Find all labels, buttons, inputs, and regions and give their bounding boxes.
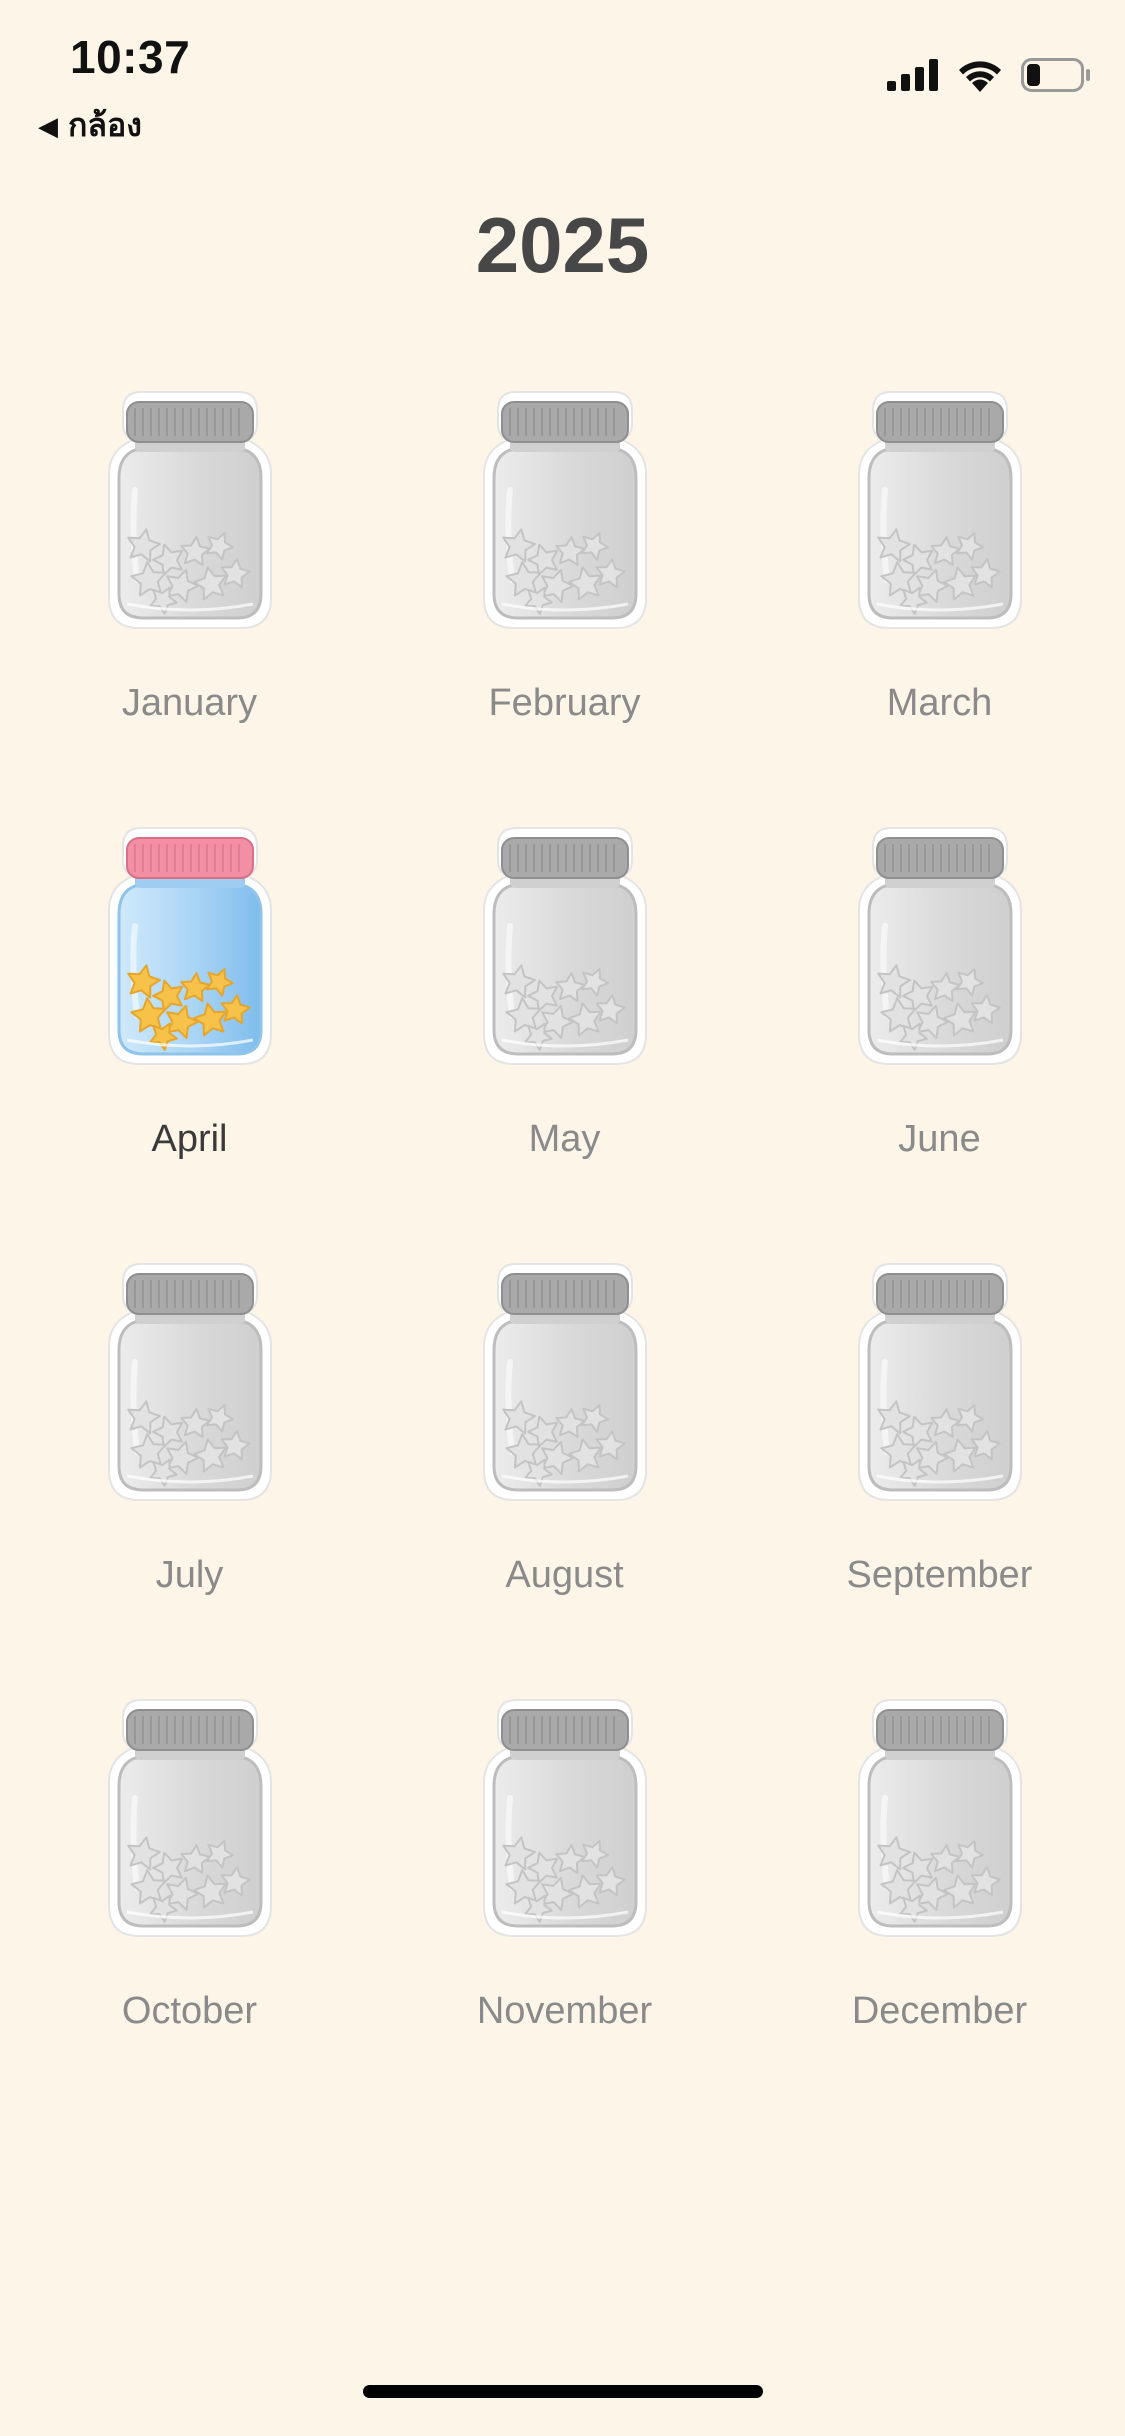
star-jar-icon bbox=[857, 391, 1022, 629]
month-july[interactable]: July bbox=[2, 1262, 377, 1698]
month-label: September bbox=[846, 1554, 1033, 1596]
month-label: August bbox=[505, 1554, 624, 1596]
battery-icon bbox=[1021, 58, 1090, 92]
month-february[interactable]: February bbox=[377, 390, 752, 826]
cellular-signal-icon bbox=[887, 59, 938, 91]
star-jar-icon bbox=[857, 827, 1022, 1065]
year-title: 2025 bbox=[475, 201, 650, 289]
status-time: 10:37 bbox=[70, 31, 191, 83]
month-december[interactable]: December bbox=[752, 1698, 1125, 2134]
month-may[interactable]: May bbox=[377, 826, 752, 1262]
month-august[interactable]: August bbox=[377, 1262, 752, 1698]
back-label: กล้อง bbox=[68, 106, 142, 144]
month-label: March bbox=[886, 682, 993, 724]
month-april[interactable]: April bbox=[2, 826, 377, 1262]
month-label: April bbox=[151, 1118, 228, 1160]
star-jar-icon bbox=[482, 1263, 647, 1501]
star-jar-icon bbox=[107, 1699, 272, 1937]
star-jar-icon bbox=[107, 1263, 272, 1501]
wifi-icon bbox=[959, 61, 1001, 92]
status-icons bbox=[887, 58, 1091, 92]
months-grid: January February March April May June Ju… bbox=[0, 390, 1125, 2134]
month-march[interactable]: March bbox=[752, 390, 1125, 826]
month-november[interactable]: November bbox=[377, 1698, 752, 2134]
star-jar-icon bbox=[107, 827, 272, 1065]
star-jar-icon bbox=[857, 1699, 1022, 1937]
month-label: December bbox=[851, 1990, 1028, 2032]
month-june[interactable]: June bbox=[752, 826, 1125, 1262]
star-jar-icon bbox=[482, 827, 647, 1065]
back-to-camera-button[interactable]: ◀ กล้อง bbox=[38, 100, 142, 151]
month-october[interactable]: October bbox=[2, 1698, 377, 2134]
star-jar-icon bbox=[857, 1263, 1022, 1501]
month-label: January bbox=[121, 682, 258, 724]
home-indicator[interactable] bbox=[363, 2385, 763, 2398]
month-label: July bbox=[155, 1554, 224, 1596]
month-september[interactable]: September bbox=[752, 1262, 1125, 1698]
month-label: October bbox=[121, 1990, 258, 2032]
month-label: February bbox=[488, 682, 641, 724]
star-jar-icon bbox=[482, 1699, 647, 1937]
month-label: June bbox=[898, 1118, 981, 1160]
month-label: May bbox=[528, 1118, 601, 1160]
month-january[interactable]: January bbox=[2, 390, 377, 826]
month-label: November bbox=[476, 1990, 653, 2032]
star-jar-icon bbox=[482, 391, 647, 629]
star-jar-icon bbox=[107, 391, 272, 629]
back-triangle-icon: ◀ bbox=[38, 110, 58, 141]
